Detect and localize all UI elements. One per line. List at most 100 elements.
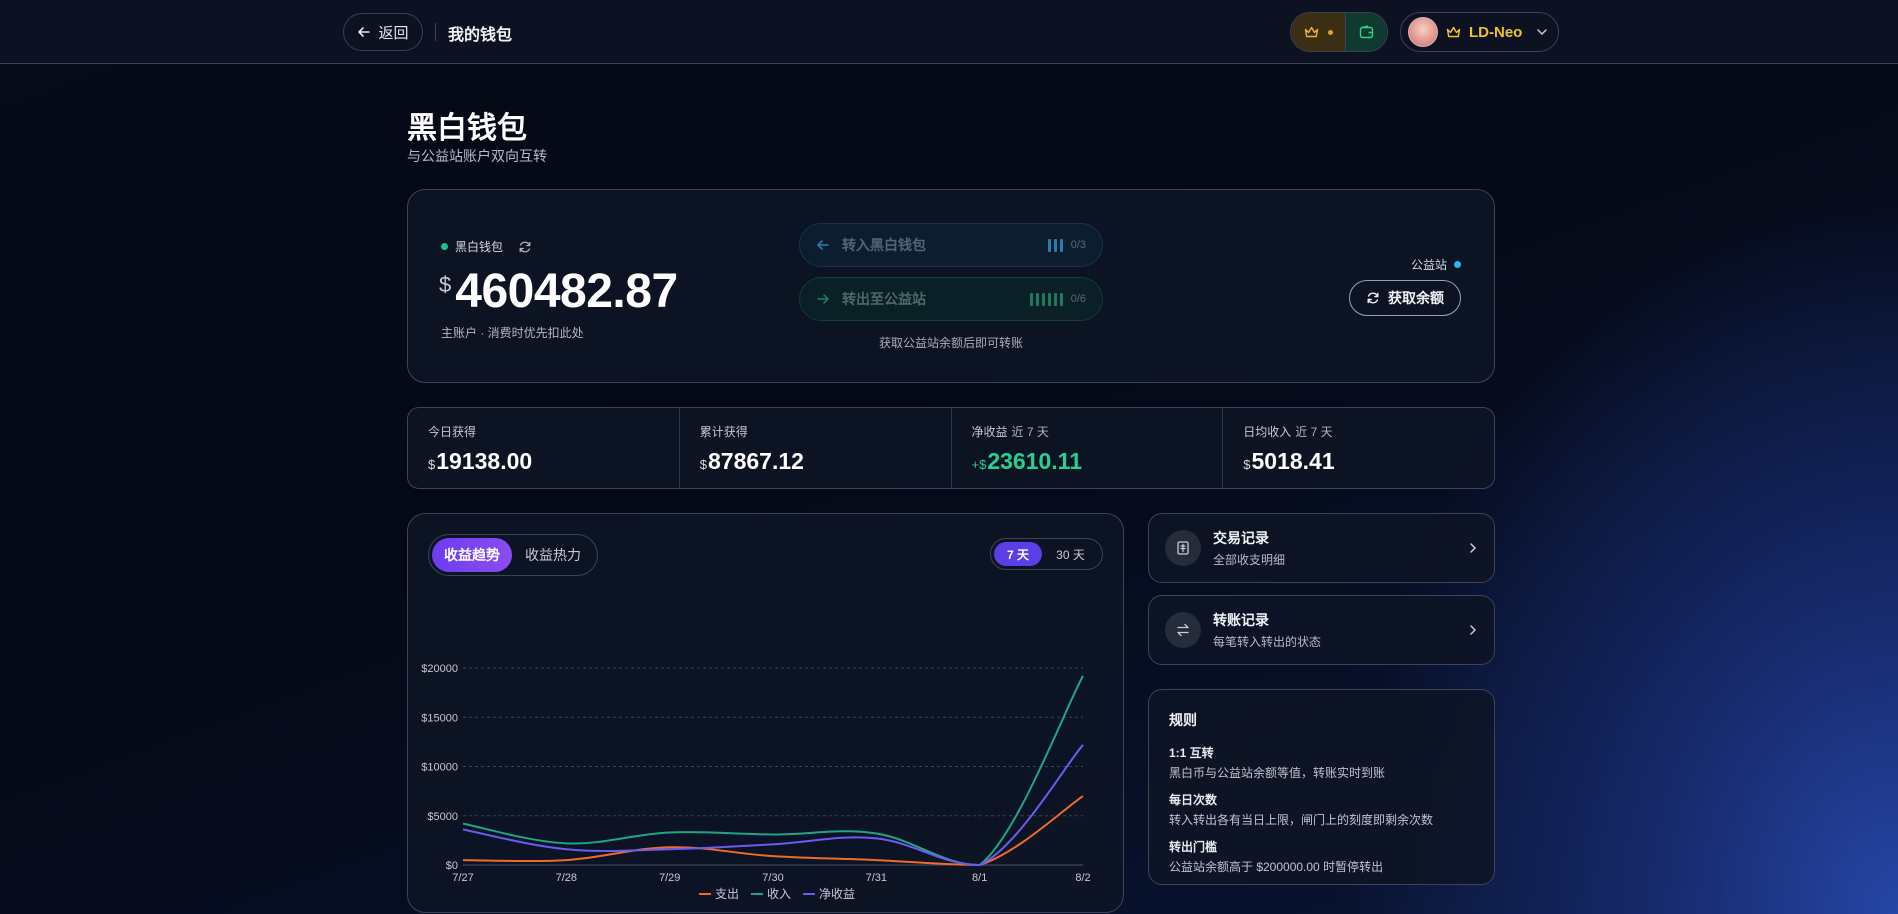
stat-number: 87867.12: [707, 448, 804, 474]
stat-period: 近 7 天: [1011, 425, 1049, 439]
user-name: LD-Neo: [1469, 23, 1523, 41]
tab-earnings-trend[interactable]: 收益趋势: [432, 538, 512, 572]
x-tick-label: 7/29: [659, 872, 680, 884]
stat-total-earned: 累计获得 $ 87867.12: [680, 408, 952, 488]
rule-item: 1:1 互转 黑白币与公益站余额等值，转账实时到账: [1169, 744, 1474, 781]
chevron-right-icon: [1470, 625, 1477, 635]
wallet-label-row: 黑白钱包: [441, 238, 532, 255]
fetch-balance-button[interactable]: 获取余额: [1349, 280, 1461, 316]
remaining-tick: [1059, 292, 1063, 306]
stat-net-profit: 净收益近 7 天 +$ 23610.11: [952, 408, 1224, 488]
balance-amount: 460482.87: [455, 265, 678, 318]
chart-tabs: 收益趋势 收益热力: [428, 534, 598, 576]
stat-label-text: 净收益: [971, 425, 1008, 439]
y-tick-label: $5000: [427, 811, 458, 823]
stat-label: 今日获得: [428, 423, 679, 440]
stat-period: 近 7 天: [1295, 425, 1333, 439]
avatar: [1408, 17, 1438, 47]
wallet-label: 黑白钱包: [455, 240, 504, 254]
swap-icon-badge: [1165, 612, 1201, 648]
link-subtitle: 每笔转入转出的状态: [1213, 635, 1322, 649]
back-label: 返回: [378, 24, 409, 42]
site-label-row: 公益站: [1411, 256, 1461, 273]
range-7-days[interactable]: 7 天: [994, 542, 1042, 566]
link-title: 交易记录: [1213, 530, 1269, 546]
rule-description: 公益站余额高于 $200000.00 时暂停转出: [1169, 860, 1384, 874]
x-tick-label: 8/2: [1075, 872, 1090, 884]
swap-arrows-icon: [1177, 623, 1189, 637]
y-tick-label: $0: [446, 860, 458, 872]
stat-label-text: 累计获得: [699, 425, 748, 439]
status-pill-group: [1290, 12, 1388, 52]
rule-heading: 每日次数: [1169, 793, 1218, 807]
rule-heading: 转出门槛: [1169, 840, 1218, 854]
rule-heading: 1:1 互转: [1169, 746, 1214, 760]
wallet-card: 黑白钱包 $ 460482.87 主账户 · 消费时优先扣此处 转入黑白钱包 0…: [407, 189, 1495, 383]
page-title: 我的钱包: [448, 27, 513, 44]
x-tick-label: 7/30: [762, 872, 783, 884]
chart-card: 收益趋势 收益热力 7 天 30 天 $0 $5000 $10000 $15000 $2…: [407, 513, 1124, 913]
stat-today-earned: 今日获得 $ 19138.00: [408, 408, 680, 488]
transfer-out-button[interactable]: 转出至公益站 0/6: [799, 277, 1103, 321]
site-label: 公益站: [1410, 258, 1447, 272]
stat-currency: +$: [971, 457, 987, 472]
transaction-records-link[interactable]: 交易记录 全部收支明细: [1148, 513, 1495, 583]
refresh-icon[interactable]: [518, 240, 532, 254]
currency-symbol: $: [439, 272, 452, 297]
remaining-tick: [1041, 292, 1045, 306]
y-tick-label: $20000: [421, 663, 458, 675]
user-menu[interactable]: LD-Neo: [1400, 12, 1559, 52]
legend-label: 支出: [715, 887, 739, 901]
y-tick-label: $10000: [421, 762, 458, 774]
x-tick-label: 7/27: [452, 872, 473, 884]
back-button[interactable]: 返回: [343, 13, 423, 51]
range-selector: 7 天 30 天: [990, 538, 1103, 570]
stat-currency: $: [699, 457, 707, 472]
x-tick-label: 7/28: [556, 872, 577, 884]
transfer-records-link[interactable]: 转账记录 每笔转入转出的状态: [1148, 595, 1495, 665]
tab-earnings-heatmap[interactable]: 收益热力: [512, 538, 594, 572]
arrow-left-icon: [817, 240, 829, 250]
series-line: [462, 744, 1084, 867]
transfer-in-remaining-ticks: [1047, 238, 1063, 252]
remaining-tick: [1047, 292, 1051, 306]
link-text: 交易记录 全部收支明细: [1213, 528, 1468, 568]
rules-title: 规则: [1169, 712, 1197, 728]
rules-card: 规则 1:1 互转 黑白币与公益站余额等值，转账实时到账 每日次数 转入转出各有…: [1148, 689, 1495, 885]
chevron-down-icon: [1537, 29, 1548, 36]
stat-number: 23610.11: [987, 448, 1082, 474]
stat-label: 累计获得: [700, 423, 951, 440]
stat-label: 净收益近 7 天: [972, 423, 1223, 440]
stat-currency: $: [1243, 457, 1251, 472]
x-tick-label: 8/1: [972, 872, 987, 884]
rule-description: 转入转出各有当日上限，闸门上的刻度即剩余次数: [1169, 813, 1434, 827]
refresh-icon: [1367, 292, 1379, 304]
receipt-icon: [1177, 541, 1189, 555]
remaining-tick: [1053, 292, 1057, 306]
chevron-right-icon: [1470, 543, 1477, 553]
rule-item: 每日次数 转入转出各有当日上限，闸门上的刻度即剩余次数: [1169, 791, 1474, 828]
range-30-days[interactable]: 30 天: [1042, 542, 1099, 566]
receipt-icon-badge: [1165, 530, 1201, 566]
transfer-out-remaining-ticks: [1029, 292, 1063, 306]
stat-value: $ 19138.00: [428, 448, 679, 475]
vip-status-button[interactable]: [1291, 13, 1345, 51]
transfer-hint: 获取公益站余额后即可转账: [878, 336, 1023, 350]
site-status-dot: [1454, 261, 1461, 268]
link-subtitle: 全部收支明细: [1213, 553, 1286, 567]
stat-label: 日均收入近 7 天: [1243, 423, 1494, 440]
stat-number: 19138.00: [436, 448, 533, 474]
earnings-line-chart: $0 $5000 $10000 $15000 $20000 7/27 7/28 7/29 7/3…: [421, 663, 1090, 901]
crown-icon: [1304, 26, 1318, 37]
wallet-button[interactable]: [1345, 13, 1387, 51]
transfer-in-button[interactable]: 转入黑白钱包 0/3: [799, 223, 1103, 267]
legend-label: 收入: [767, 887, 791, 901]
arrow-right-icon: [817, 294, 829, 304]
link-text: 转账记录 每笔转入转出的状态: [1213, 610, 1468, 650]
wallet-note: 主账户 · 消费时优先扣此处: [441, 326, 584, 340]
series-line: [462, 675, 1084, 867]
stat-number: 5018.41: [1251, 448, 1335, 474]
rule-description: 黑白币与公益站余额等值，转账实时到账: [1169, 766, 1386, 780]
top-bar: 返回 我的钱包 LD-Neo: [0, 0, 1898, 64]
legend-label: 净收益: [819, 887, 855, 901]
